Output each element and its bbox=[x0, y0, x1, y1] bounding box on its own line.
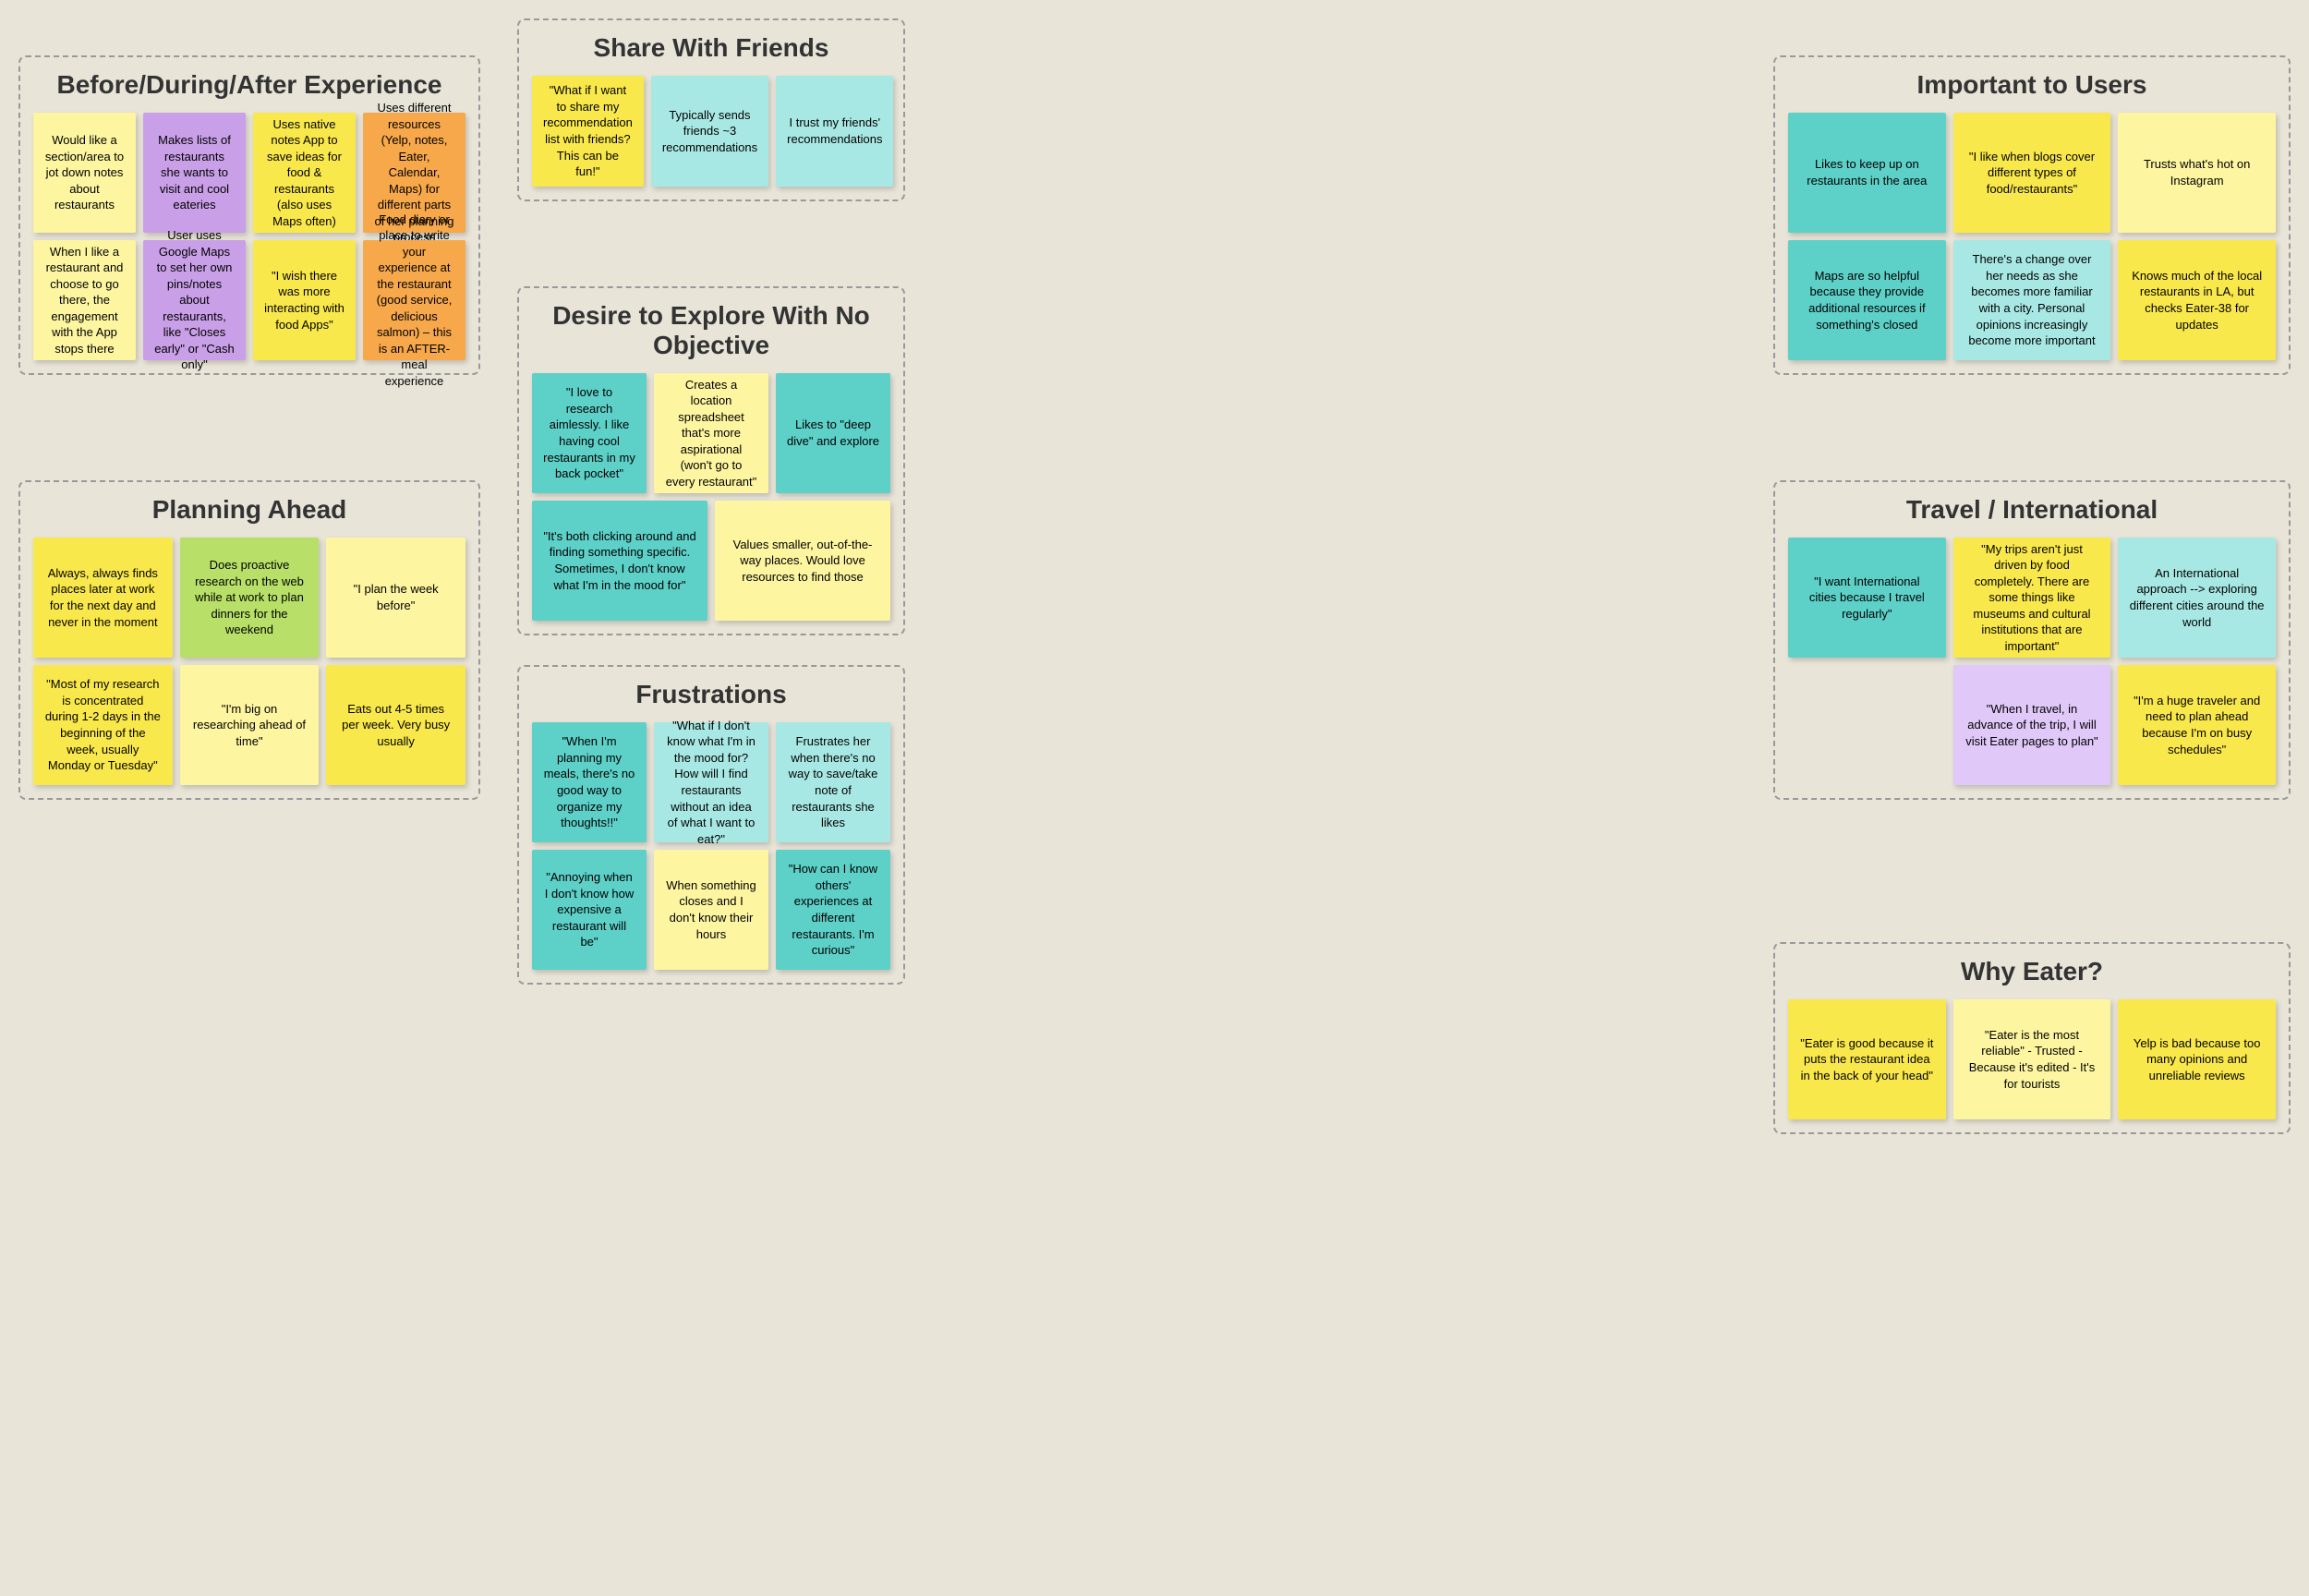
bda-sticky-8: Food diary or place to write your experi… bbox=[363, 240, 465, 360]
section-dte-title: Desire to Explore With No Objective bbox=[532, 301, 890, 360]
pa-row1: Always, always finds places later at wor… bbox=[33, 538, 465, 658]
pa-sticky-2: Does proactive research on the web while… bbox=[180, 538, 320, 658]
fr-row2: "Annoying when I don't know how expensiv… bbox=[532, 850, 890, 970]
bda-sticky-6: User uses Google Maps to set her own pin… bbox=[143, 240, 246, 360]
swf-sticky-3: I trust my friends' recommendations bbox=[776, 76, 893, 187]
section-important-to-users: Important to Users Likes to keep up on r… bbox=[1773, 55, 2291, 375]
we-sticky-3: Yelp is bad because too many opinions an… bbox=[2118, 999, 2276, 1119]
itu-sticky-1: Likes to keep up on restaurants in the a… bbox=[1788, 113, 1946, 233]
section-pa-title: Planning Ahead bbox=[33, 495, 465, 525]
pa-sticky-1: Always, always finds places later at wor… bbox=[33, 538, 173, 658]
dte-sticky-5: Values smaller, out-of-the-way places. W… bbox=[715, 501, 890, 621]
dte-sticky-3: Likes to "deep dive" and explore bbox=[776, 373, 890, 493]
ti-sticky-5: "When I travel, in advance of the trip, … bbox=[1953, 665, 2111, 785]
we-sticky-2: "Eater is the most reliable" - Trusted -… bbox=[1953, 999, 2111, 1119]
itu-sticky-3: Trusts what's hot on Instagram bbox=[2118, 113, 2276, 233]
itu-sticky-2: "I like when blogs cover different types… bbox=[1953, 113, 2111, 233]
bda-sticky-1: Would like a section/area to jot down no… bbox=[33, 113, 136, 233]
section-planning-ahead: Planning Ahead Always, always finds plac… bbox=[18, 480, 480, 800]
dte-row2: "It's both clicking around and finding s… bbox=[532, 501, 890, 621]
pa-sticky-4: "Most of my research is concentrated dur… bbox=[33, 665, 173, 785]
ti-sticky-blank bbox=[1788, 665, 1946, 785]
section-desire-explore: Desire to Explore With No Objective "I l… bbox=[517, 286, 905, 635]
itu-row1: Likes to keep up on restaurants in the a… bbox=[1788, 113, 2276, 233]
swf-sticky-1: "What if I want to share my recommendati… bbox=[532, 76, 644, 187]
pa-sticky-3: "I plan the week before" bbox=[326, 538, 465, 658]
ti-sticky-3: An International approach --> exploring … bbox=[2118, 538, 2276, 658]
ti-row2: "When I travel, in advance of the trip, … bbox=[1788, 665, 2276, 785]
fr-sticky-6: "How can I know others' experiences at d… bbox=[776, 850, 890, 970]
dte-sticky-1: "I love to research aimlessly. I like ha… bbox=[532, 373, 647, 493]
itu-sticky-6: Knows much of the local restaurants in L… bbox=[2118, 240, 2276, 360]
swf-sticky-2: Typically sends friends ~3 recommendatio… bbox=[651, 76, 768, 187]
section-travel-international: Travel / International "I want Internati… bbox=[1773, 480, 2291, 800]
dte-sticky-2: Creates a location spreadsheet that's mo… bbox=[654, 373, 768, 493]
itu-sticky-5: There's a change over her needs as she b… bbox=[1953, 240, 2111, 360]
bda-sticky-2: Makes lists of restaurants she wants to … bbox=[143, 113, 246, 233]
bda-sticky-7: "I wish there was more interacting with … bbox=[253, 240, 356, 360]
bda-sticky-3: Uses native notes App to save ideas for … bbox=[253, 113, 356, 233]
section-share-with-friends: Share With Friends "What if I want to sh… bbox=[517, 18, 905, 201]
section-fr-title: Frustrations bbox=[532, 680, 890, 709]
ti-sticky-2: "My trips aren't just driven by food com… bbox=[1953, 538, 2111, 658]
dte-row1: "I love to research aimlessly. I like ha… bbox=[532, 373, 890, 493]
section-ti-title: Travel / International bbox=[1788, 495, 2276, 525]
ti-row1: "I want International cities because I t… bbox=[1788, 538, 2276, 658]
fr-sticky-2: "What if I don't know what I'm in the mo… bbox=[654, 722, 768, 842]
section-before-during-after: Before/During/After Experience Would lik… bbox=[18, 55, 480, 375]
bda-row2: When I like a restaurant and choose to g… bbox=[33, 240, 465, 360]
we-row1: "Eater is good because it puts the resta… bbox=[1788, 999, 2276, 1119]
fr-sticky-1: "When I'm planning my meals, there's no … bbox=[532, 722, 647, 842]
fr-sticky-5: When something closes and I don't know t… bbox=[654, 850, 768, 970]
section-swf-title: Share With Friends bbox=[532, 33, 890, 63]
pa-row2: "Most of my research is concentrated dur… bbox=[33, 665, 465, 785]
pa-sticky-6: Eats out 4-5 times per week. Very busy u… bbox=[326, 665, 465, 785]
section-bda-title: Before/During/After Experience bbox=[33, 70, 465, 100]
swf-grid: "What if I want to share my recommendati… bbox=[532, 76, 890, 187]
bda-sticky-5: When I like a restaurant and choose to g… bbox=[33, 240, 136, 360]
fr-sticky-3: Frustrates her when there's no way to sa… bbox=[776, 722, 890, 842]
itu-row2: Maps are so helpful because they provide… bbox=[1788, 240, 2276, 360]
dte-sticky-4: "It's both clicking around and finding s… bbox=[532, 501, 707, 621]
we-sticky-1: "Eater is good because it puts the resta… bbox=[1788, 999, 1946, 1119]
fr-sticky-4: "Annoying when I don't know how expensiv… bbox=[532, 850, 647, 970]
fr-row1: "When I'm planning my meals, there's no … bbox=[532, 722, 890, 842]
section-why-eater: Why Eater? "Eater is good because it put… bbox=[1773, 942, 2291, 1134]
ti-sticky-1: "I want International cities because I t… bbox=[1788, 538, 1946, 658]
section-frustrations: Frustrations "When I'm planning my meals… bbox=[517, 665, 905, 985]
itu-sticky-4: Maps are so helpful because they provide… bbox=[1788, 240, 1946, 360]
section-itu-title: Important to Users bbox=[1788, 70, 2276, 100]
section-we-title: Why Eater? bbox=[1788, 957, 2276, 986]
ti-sticky-6: "I'm a huge traveler and need to plan ah… bbox=[2118, 665, 2276, 785]
pa-sticky-5: "I'm big on researching ahead of time" bbox=[180, 665, 320, 785]
